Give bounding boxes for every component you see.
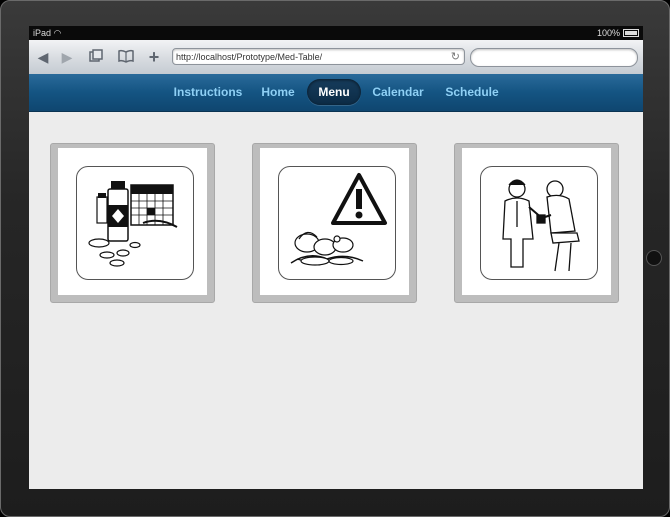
tabs-icon[interactable] — [88, 49, 104, 65]
search-field[interactable] — [470, 48, 638, 67]
plus-icon[interactable]: + — [146, 48, 162, 66]
url-field[interactable]: http://localhost/Prototype/Med-Table/ ↻ — [172, 48, 465, 65]
nav-home[interactable]: Home — [256, 79, 300, 105]
home-button[interactable] — [646, 250, 662, 266]
menu-card-doctor[interactable] — [454, 143, 619, 303]
card-panel — [58, 148, 207, 295]
food-warning-icon — [278, 166, 396, 280]
browser-toolbar: ◀ ▶ + http://localhost/Prototype/Med-Tab… — [29, 40, 643, 75]
status-right: 100% — [597, 28, 639, 38]
device-label: iPad ◠ — [33, 28, 61, 39]
nav-schedule[interactable]: Schedule — [442, 79, 502, 105]
menu-card-medication[interactable] — [50, 143, 215, 303]
battery-percent: 100% — [596, 28, 620, 38]
nav-instructions[interactable]: Instructions — [169, 79, 247, 105]
nav-menu[interactable]: Menu — [307, 79, 361, 105]
url-text: http://localhost/Prototype/Med-Table/ — [176, 52, 323, 62]
card-panel — [462, 148, 611, 295]
nav-calendar[interactable]: Calendar — [369, 79, 427, 105]
forward-arrow-icon[interactable]: ▶ — [59, 49, 75, 65]
device-name: iPad — [33, 28, 52, 38]
wifi-icon: ◠ — [53, 28, 62, 38]
reload-icon[interactable]: ↻ — [451, 49, 460, 66]
battery-icon — [623, 29, 639, 37]
card-panel — [260, 148, 409, 295]
back-arrow-icon[interactable]: ◀ — [35, 49, 51, 65]
bookmarks-icon[interactable] — [118, 49, 134, 65]
app-nav: Instructions Home Menu Calendar Schedule — [29, 74, 643, 112]
status-bar: iPad ◠ 100% — [29, 26, 643, 40]
medication-calendar-icon — [76, 166, 194, 280]
ipad-frame: iPad ◠ 100% ◀ ▶ + http://localhost/Proto… — [0, 0, 670, 517]
menu-card-food-warning[interactable] — [252, 143, 417, 303]
screen: iPad ◠ 100% ◀ ▶ + http://localhost/Proto… — [29, 26, 643, 489]
doctor-patient-icon — [480, 166, 598, 280]
